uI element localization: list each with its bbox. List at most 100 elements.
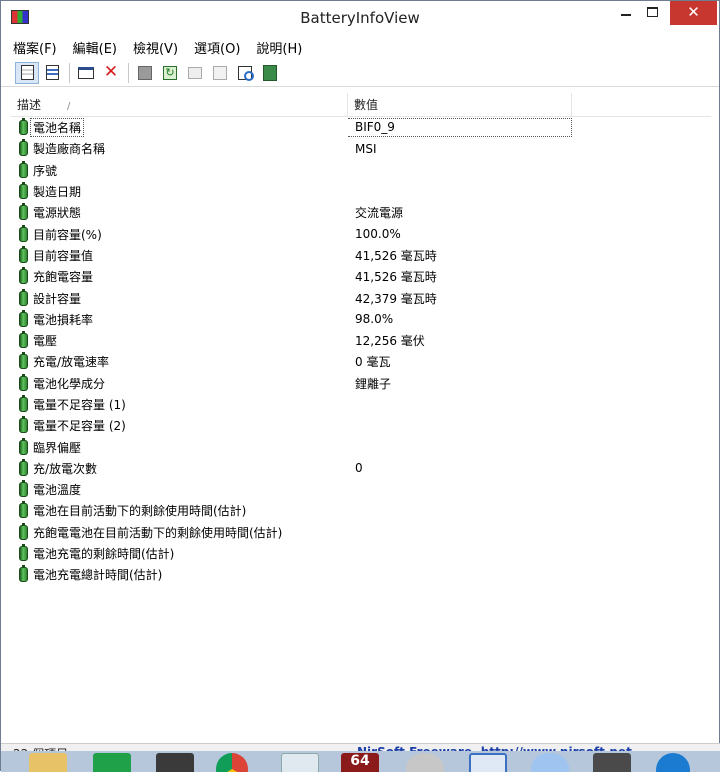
column-header-value[interactable]: 數值 xyxy=(348,93,572,117)
battery-icon xyxy=(19,182,28,200)
row-value: 98.0% xyxy=(355,312,394,327)
list-row[interactable]: 電源狀態 交流電源 xyxy=(11,202,711,223)
aida64-icon[interactable]: 64 xyxy=(341,753,379,772)
list-row[interactable]: 序號 xyxy=(11,160,711,181)
row-description: 電池化學成分 xyxy=(11,373,348,392)
battery-icon xyxy=(19,416,28,434)
calculator-icon[interactable] xyxy=(156,753,194,772)
row-label: 電池名稱 xyxy=(30,118,85,138)
list-row[interactable]: 電池損耗率 98.0% xyxy=(11,309,711,330)
list-row[interactable]: 充/放電次數 0 xyxy=(11,458,711,479)
html-report-button[interactable] xyxy=(74,62,98,84)
row-description: 序號 xyxy=(11,160,348,179)
title-bar[interactable]: BatteryInfoView ✕ xyxy=(1,1,719,35)
list-row[interactable]: 電量不足容量 (1) xyxy=(11,394,711,415)
column-header-description-label: 描述 xyxy=(17,98,42,112)
info-icon[interactable] xyxy=(656,753,690,772)
row-description: 電量不足容量 (1) xyxy=(11,395,348,413)
row-description: 充飽電容量 xyxy=(11,267,348,285)
row-value: BIF0_9 xyxy=(348,118,572,138)
store-icon[interactable] xyxy=(93,753,131,772)
find-icon xyxy=(238,65,254,81)
sort-arrow-icon: / xyxy=(67,101,71,112)
properties-button[interactable] xyxy=(208,62,232,84)
row-label: 充飽電容量 xyxy=(33,270,94,285)
refresh-button[interactable]: ↻ xyxy=(158,62,182,84)
toolbar-separator xyxy=(128,62,129,83)
battery-icon xyxy=(19,245,28,263)
column-header-description[interactable]: 描述 / xyxy=(11,93,348,117)
app-window: BatteryInfoView ✕ 檔案(F) 編輯(E) 檢視(V) 選項(O… xyxy=(0,0,720,772)
menu-options[interactable]: 選項(O) xyxy=(194,38,240,57)
list-row[interactable]: 電量不足容量 (2) xyxy=(11,415,711,436)
list-row[interactable]: 目前容量(%) 100.0% xyxy=(11,223,711,244)
row-value: MSI xyxy=(355,141,377,156)
menu-bar: 檔案(F) 編輯(E) 檢視(V) 選項(O) 說明(H) xyxy=(1,35,719,59)
close-icon: ✕ xyxy=(687,3,700,21)
list-row[interactable]: 充電/放電速率 0 毫瓦 xyxy=(11,351,711,372)
disc-icon[interactable] xyxy=(531,753,569,772)
row-description: 製造廠商名稱 xyxy=(11,139,348,157)
battery-icon xyxy=(19,139,28,157)
minimize-icon xyxy=(621,14,631,16)
list-row[interactable]: 電池名稱 BIF0_9 xyxy=(11,117,711,138)
row-value: 0 xyxy=(355,461,363,476)
close-button[interactable]: ✕ xyxy=(670,1,717,25)
list-row[interactable]: 充飽電容量 41,526 毫瓦時 xyxy=(11,266,711,287)
list-row[interactable]: 製造廠商名稱 MSI xyxy=(11,138,711,159)
row-description: 電池名稱 xyxy=(11,118,348,138)
network-globe-icon[interactable] xyxy=(406,753,444,772)
battery-icon xyxy=(19,395,28,412)
resource-monitor-icon[interactable] xyxy=(281,753,319,772)
battery-icon xyxy=(19,565,28,583)
row-label: 電壓 xyxy=(33,334,58,349)
battery-info-list[interactable]: 描述 / 數值 電池名稱 BIF0_9 製造廠商名稱 MSI 序號 製造日期 電源… xyxy=(11,93,711,743)
battery-icon xyxy=(19,373,28,391)
list-row[interactable]: 電池溫度 xyxy=(11,479,711,500)
row-description: 電壓 xyxy=(11,331,348,349)
list-row[interactable]: 電池化學成分 鋰離子 xyxy=(11,373,711,394)
row-description: 電池在目前活動下的剩餘使用時間(估計) xyxy=(11,501,348,519)
list-row[interactable]: 製造日期 xyxy=(11,181,711,202)
battery-icon xyxy=(19,331,28,349)
battery-info-mode-button[interactable] xyxy=(15,61,39,84)
toolbar-separator xyxy=(69,62,70,83)
menu-help[interactable]: 說明(H) xyxy=(256,38,302,57)
menu-view[interactable]: 檢視(V) xyxy=(133,38,178,57)
row-description: 電池充電總計時間(估計) xyxy=(11,565,348,583)
hard-drive-icon[interactable] xyxy=(593,753,631,772)
list-row[interactable]: 充飽電電池在目前活動下的剩餘使用時間(估計) xyxy=(11,522,711,543)
row-label: 電量不足容量 (1) xyxy=(33,398,126,412)
battery-icon xyxy=(19,160,28,178)
battery-log-mode-button[interactable] xyxy=(40,62,64,84)
row-label: 電池在目前活動下的剩餘使用時間(估計) xyxy=(33,504,247,519)
batteryinfoview-icon[interactable] xyxy=(469,753,507,772)
list-row[interactable]: 電池在目前活動下的剩餘使用時間(估計) xyxy=(11,500,711,521)
row-description: 充飽電電池在目前活動下的剩餘使用時間(估計) xyxy=(11,522,348,541)
menu-edit[interactable]: 編輯(E) xyxy=(73,38,117,57)
menu-file[interactable]: 檔案(F) xyxy=(13,38,57,57)
row-label: 電源狀態 xyxy=(33,206,82,221)
delete-button[interactable]: ✕ xyxy=(99,62,123,84)
list-row[interactable]: 目前容量值 41,526 毫瓦時 xyxy=(11,245,711,266)
row-value: 鋰離子 xyxy=(355,376,392,391)
properties-icon xyxy=(213,65,227,80)
battery-icon xyxy=(19,501,28,519)
battery-icon xyxy=(19,224,28,242)
file-explorer-icon[interactable] xyxy=(29,753,67,772)
battery-icon xyxy=(19,203,28,221)
copy-button[interactable] xyxy=(183,62,207,84)
battery-icon xyxy=(19,522,28,540)
battery-icon xyxy=(19,544,28,562)
row-value: 41,526 毫瓦時 xyxy=(355,248,437,263)
list-row[interactable]: 設計容量 42,379 毫瓦時 xyxy=(11,287,711,308)
exit-button[interactable] xyxy=(258,62,282,84)
save-button[interactable] xyxy=(133,62,157,84)
maximize-button[interactable] xyxy=(637,1,667,25)
list-row[interactable]: 電壓 12,256 毫伏 xyxy=(11,330,711,351)
list-row[interactable]: 電池充電總計時間(估計) xyxy=(11,564,711,585)
find-button[interactable] xyxy=(233,62,257,84)
list-row[interactable]: 電池充電的剩餘時間(估計) xyxy=(11,543,711,564)
list-row[interactable]: 臨界偏壓 xyxy=(11,436,711,457)
chrome-icon[interactable] xyxy=(216,753,248,772)
